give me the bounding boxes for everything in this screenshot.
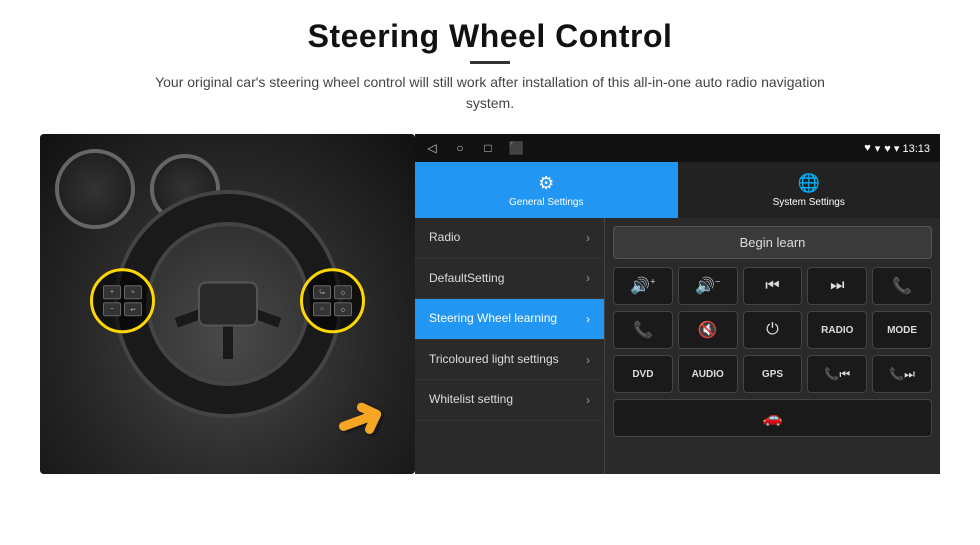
call-end-btn[interactable]: 📞	[613, 311, 673, 349]
phone-prev-btn[interactable]: 📞⏮	[807, 355, 867, 393]
next-icon: ⏭	[830, 277, 844, 295]
sw-btn-vol-down: −	[103, 302, 121, 316]
sw-btn-mode: ≈	[124, 285, 142, 299]
screenshot-icon: ⬛	[509, 141, 523, 155]
status-icons: ♥ ▾ ♥ ▾ 13:13	[864, 142, 930, 155]
mute-btn[interactable]: 🔇	[678, 311, 738, 349]
prev-btn[interactable]: ⏮	[743, 267, 803, 305]
chevron-icon: ›	[586, 271, 590, 285]
gps-label: GPS	[762, 369, 783, 380]
signal-icon: ▾	[875, 142, 881, 155]
sw-btn-call: ↩	[124, 302, 142, 316]
begin-learn-row: Begin learn	[613, 226, 932, 259]
mode-label: MODE	[887, 325, 917, 336]
call-btn[interactable]: 📞	[872, 267, 932, 305]
control-row-3: DVD AUDIO GPS 📞⏮ 📞⏭	[613, 355, 932, 393]
audio-btn[interactable]: AUDIO	[678, 355, 738, 393]
mode-btn[interactable]: MODE	[872, 311, 932, 349]
menu-area: Radio › DefaultSetting › Steering Wheel …	[415, 218, 940, 474]
last-row: 🚗	[613, 399, 932, 437]
radio-label: RADIO	[821, 325, 853, 336]
general-settings-icon: ⚙	[538, 173, 554, 194]
power-btn[interactable]: ⏻	[743, 311, 803, 349]
clock: ♥ ▾ 13:13	[884, 142, 930, 155]
nav-icons: ◁ ○ □ ⬛	[425, 141, 523, 155]
menu-item-radio[interactable]: Radio ›	[415, 218, 604, 259]
steering-wheel-image: + ≈ − ↩ ⤿ ◇ ○ ◇ ➜	[40, 134, 415, 474]
chevron-icon: ›	[586, 393, 590, 407]
android-panel: ◁ ○ □ ⬛ ♥ ▾ ♥ ▾ 13:13 ⚙ General Settings	[415, 134, 940, 474]
mute-icon: 🔇	[698, 320, 718, 340]
gauge-left	[55, 149, 135, 229]
tab-general[interactable]: ⚙ General Settings	[415, 162, 678, 218]
radio-btn[interactable]: RADIO	[807, 311, 867, 349]
recents-icon: □	[481, 141, 495, 155]
status-bar: ◁ ○ □ ⬛ ♥ ▾ ♥ ▾ 13:13	[415, 134, 940, 162]
phone-next-btn[interactable]: 📞⏭	[872, 355, 932, 393]
dvd-btn[interactable]: DVD	[613, 355, 673, 393]
sw-btn-r1: ⤿	[313, 285, 331, 299]
menu-list: Radio › DefaultSetting › Steering Wheel …	[415, 218, 605, 474]
back-icon: ◁	[425, 141, 439, 155]
chevron-icon: ›	[586, 312, 590, 326]
vol-down-icon: 🔊−	[695, 276, 720, 296]
menu-item-whitelist[interactable]: Whitelist setting ›	[415, 380, 604, 421]
chevron-icon: ›	[586, 353, 590, 367]
sw-btn-r4: ◇	[334, 302, 352, 316]
menu-item-steering-wheel[interactable]: Steering Wheel learning ›	[415, 299, 604, 340]
menu-item-tricoloured[interactable]: Tricoloured light settings ›	[415, 340, 604, 381]
page-title: Steering Wheel Control	[140, 18, 840, 55]
next-btn[interactable]: ⏭	[807, 267, 867, 305]
system-settings-icon: 🌐	[798, 173, 820, 194]
power-icon: ⏻	[766, 321, 779, 339]
prev-icon: ⏮	[765, 277, 779, 295]
button-cluster-right: ⤿ ◇ ○ ◇	[300, 268, 365, 333]
nav-car-btn[interactable]: 🚗	[613, 399, 932, 437]
vol-up-icon: 🔊+	[630, 276, 655, 296]
chevron-icon: ›	[586, 231, 590, 245]
phone-prev-icon: 📞⏮	[824, 367, 850, 382]
page-subtitle: Your original car's steering wheel contr…	[140, 72, 840, 114]
audio-label: AUDIO	[692, 369, 724, 380]
gps-btn[interactable]: GPS	[743, 355, 803, 393]
controls-panel: Begin learn 🔊+ 🔊− ⏮	[605, 218, 940, 474]
tab-bar: ⚙ General Settings 🌐 System Settings	[415, 162, 940, 218]
call-icon: 📞	[892, 276, 912, 296]
begin-learn-button[interactable]: Begin learn	[613, 226, 932, 259]
control-row-2: 📞 🔇 ⏻ RADIO MODE	[613, 311, 932, 349]
dvd-label: DVD	[632, 369, 653, 380]
sw-btn-r2: ◇	[334, 285, 352, 299]
home-icon: ○	[453, 141, 467, 155]
call-end-icon: 📞	[633, 320, 653, 340]
title-divider	[470, 61, 510, 64]
tab-system[interactable]: 🌐 System Settings	[678, 162, 941, 218]
vol-up-btn[interactable]: 🔊+	[613, 267, 673, 305]
sw-btn-vol-up: +	[103, 285, 121, 299]
phone-next-icon: 📞⏭	[889, 367, 915, 382]
sw-btn-r3: ○	[313, 302, 331, 316]
button-cluster-left: + ≈ − ↩	[90, 268, 155, 333]
car-icon: 🚗	[763, 408, 783, 428]
menu-item-default-setting[interactable]: DefaultSetting ›	[415, 259, 604, 300]
location-icon: ♥	[864, 142, 871, 154]
vol-down-btn[interactable]: 🔊−	[678, 267, 738, 305]
control-row-1: 🔊+ 🔊− ⏮ ⏭ 📞	[613, 267, 932, 305]
